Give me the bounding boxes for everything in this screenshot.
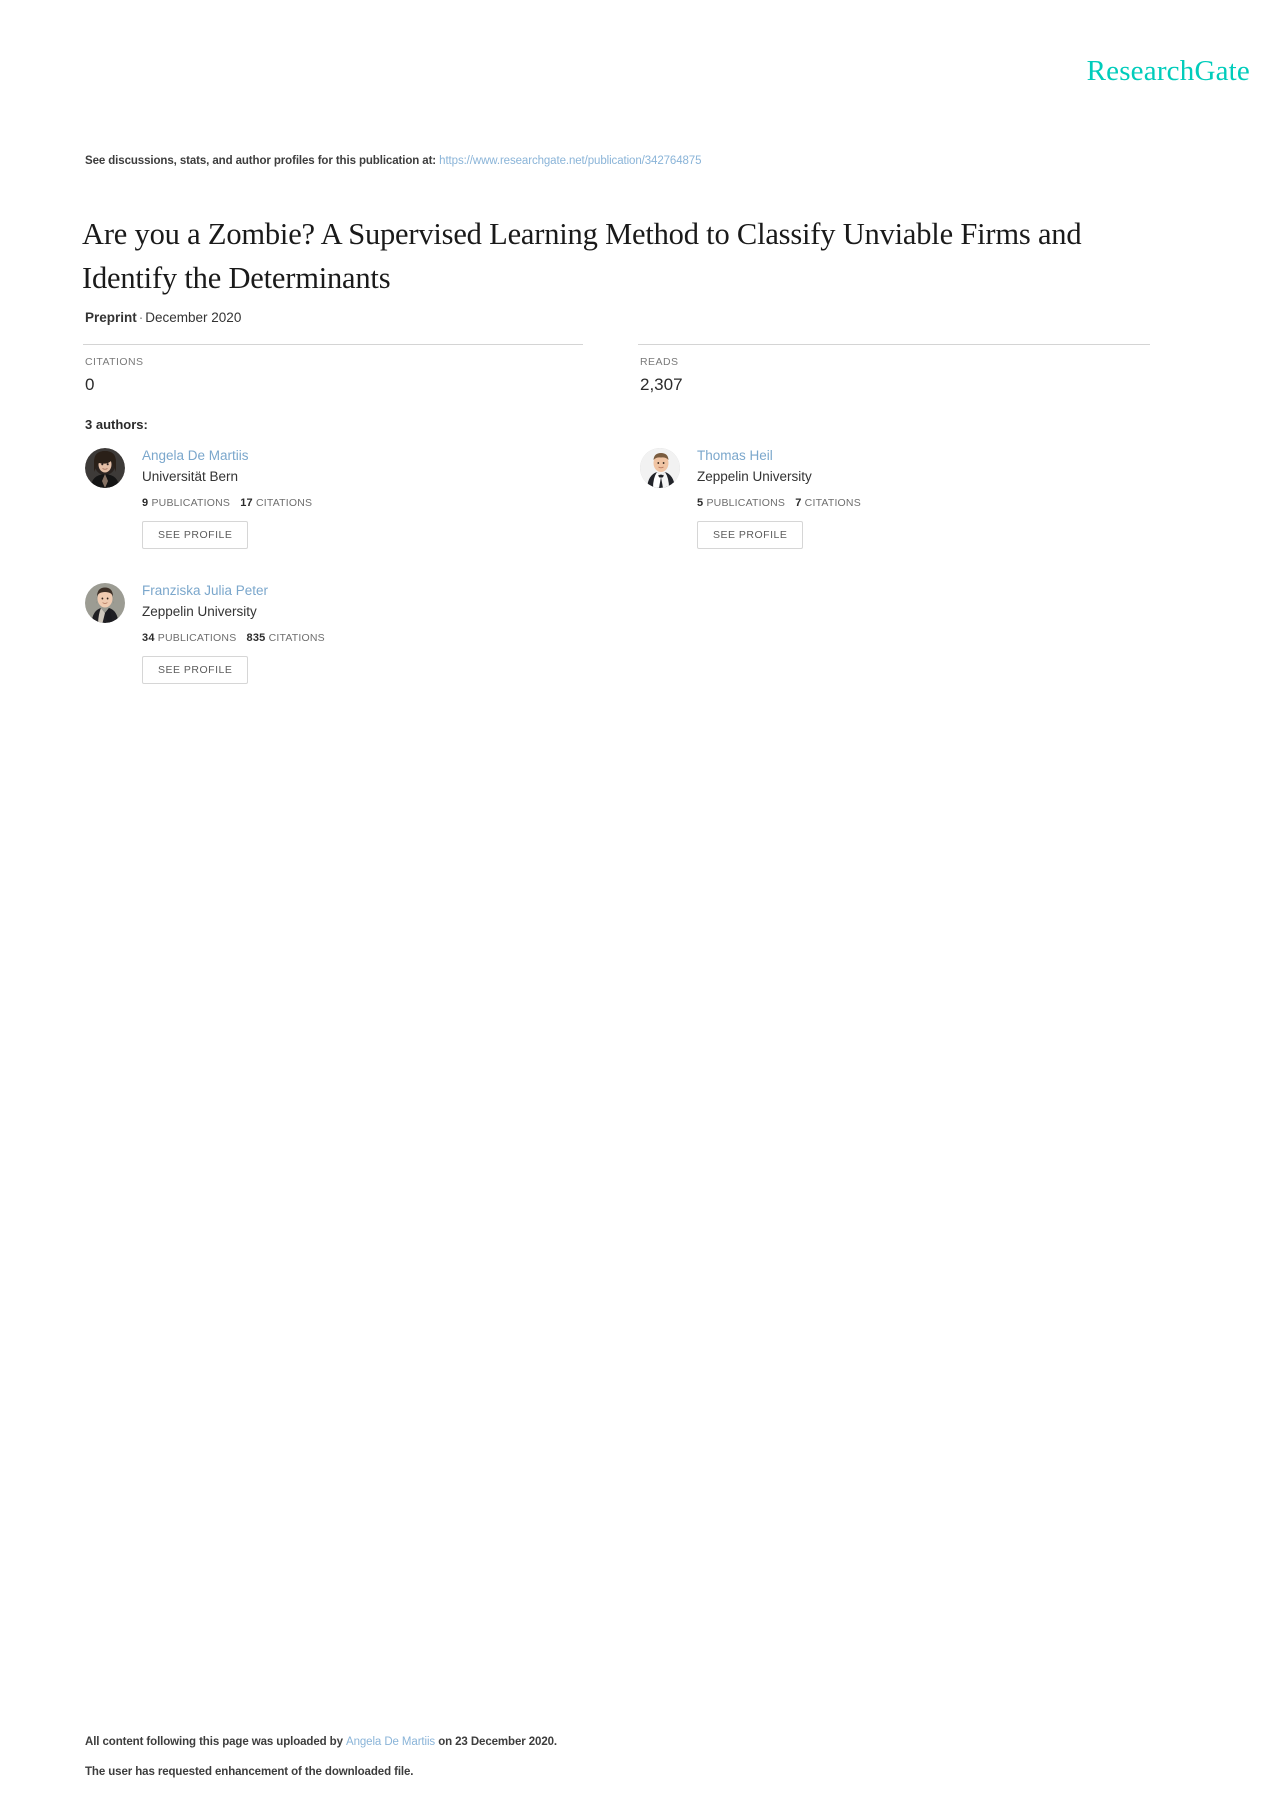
upload-note: All content following this page was uplo… [85,1736,557,1748]
researchgate-logo: ResearchGate [1086,55,1250,87]
discussions-prefix-text: See discussions, stats, and author profi… [85,155,437,167]
publication-type: Preprint [85,310,137,325]
author-publications-count: 5 [697,497,704,509]
publication-url-link[interactable]: https://www.researchgate.net/publication… [439,155,701,167]
avatar [85,583,125,623]
citations-label: CITATIONS [268,632,325,644]
page-title: Are you a Zombie? A Supervised Learning … [82,217,1082,296]
publications-label: PUBLICATIONS [151,497,231,509]
author-name-link[interactable]: Angela De Martiis [142,448,605,464]
author-affiliation: Zeppelin University [697,469,812,484]
divider-right [638,344,1150,345]
see-profile-button[interactable]: SEE PROFILE [142,521,249,549]
reads-label: READS [640,356,679,368]
reads-metric: READS 2,307 [640,356,683,395]
upload-author-link[interactable]: Angela De Martiis [346,1736,435,1748]
author-citations-count: 835 [246,632,266,644]
author-citations-count: 17 [240,497,253,509]
author-card: Angela De Martiis Universität Bern 9 PUB… [85,448,605,549]
author-name-link[interactable]: Franziska Julia Peter [142,583,605,599]
see-profile-button[interactable]: SEE PROFILE [697,521,804,549]
author-citations-count: 7 [795,497,802,509]
see-profile-button[interactable]: SEE PROFILE [142,656,249,684]
citations-metric: CITATIONS 0 [85,356,144,395]
enhancement-note: The user has requested enhancement of th… [85,1766,414,1778]
avatar [85,448,125,488]
author-publications-count: 9 [142,497,149,509]
author-affiliation: Zeppelin University [142,604,257,619]
author-stats: 9 PUBLICATIONS 17 CITATIONS [142,497,605,509]
publication-separator: · [138,310,144,325]
author-stats: 5 PUBLICATIONS 7 CITATIONS [697,497,1160,509]
discussions-line: See discussions, stats, and author profi… [85,155,702,167]
author-card: Thomas Heil Zeppelin University 5 PUBLIC… [640,448,1160,549]
author-name-link[interactable]: Thomas Heil [697,448,1160,464]
author-stats: 34 PUBLICATIONS 835 CITATIONS [142,632,605,644]
publications-label: PUBLICATIONS [706,497,786,509]
citations-label: CITATIONS [85,356,144,368]
publications-label: PUBLICATIONS [157,632,237,644]
upload-suffix-text: on 23 December 2020. [438,1736,558,1748]
reads-value: 2,307 [640,375,683,394]
citations-label: CITATIONS [255,497,313,509]
divider-left [83,344,583,345]
author-affiliation: Universität Bern [142,469,239,484]
authors-heading: 3 authors: [85,417,148,432]
citations-label: CITATIONS [804,497,861,509]
researchgate-cover-page: ResearchGate See discussions, stats, and… [0,0,1280,1809]
publication-type-line: Preprint · December 2020 [85,310,241,325]
avatar [640,448,680,488]
citations-value: 0 [85,375,95,394]
author-publications-count: 34 [142,632,155,644]
upload-prefix-text: All content following this page was uplo… [85,1736,343,1748]
publication-date: December 2020 [145,310,242,325]
author-card: Franziska Julia Peter Zeppelin Universit… [85,583,605,684]
